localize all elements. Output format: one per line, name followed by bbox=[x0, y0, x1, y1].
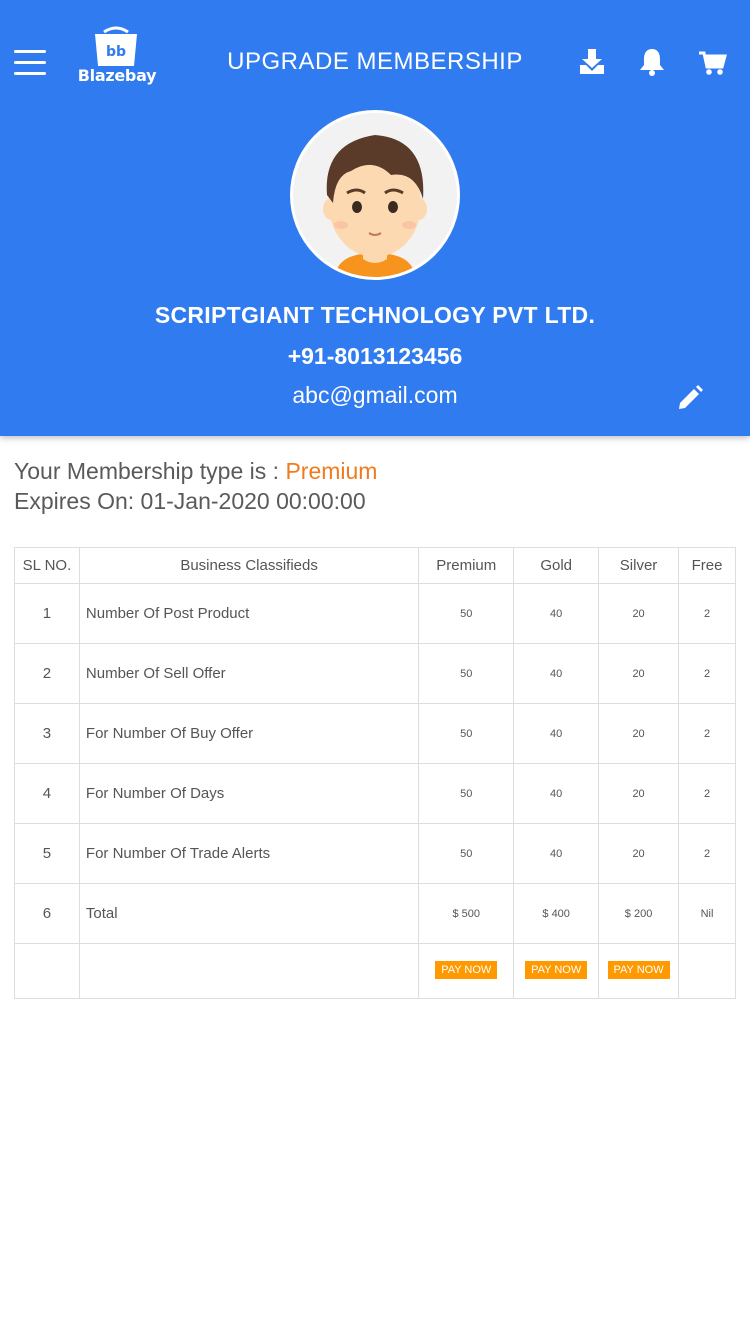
premium-pay-cell: PAY NOW bbox=[418, 943, 515, 999]
premium-cell: 50 bbox=[418, 703, 515, 764]
sl-cell: 2 bbox=[14, 643, 80, 704]
avatar-illustration bbox=[293, 113, 457, 277]
sl-cell: 5 bbox=[14, 823, 80, 884]
empty-cell bbox=[78, 943, 420, 999]
silver-pay-cell: PAY NOW bbox=[598, 943, 680, 999]
shopping-bag-icon: bb bbox=[95, 26, 137, 66]
column-header: Business Classifieds bbox=[78, 547, 420, 584]
premium-cell: $ 500 bbox=[418, 883, 515, 944]
premium-cell: 50 bbox=[418, 823, 515, 884]
free-cell: Nil bbox=[678, 883, 736, 944]
profile-header: bb Blazebay UPGRADE MEMBERSHIP SCRIPTGIA… bbox=[0, 0, 750, 436]
pay-now-gold-button[interactable]: PAY NOW bbox=[525, 961, 588, 979]
menu-icon[interactable] bbox=[14, 50, 46, 76]
avatar[interactable] bbox=[290, 110, 460, 280]
gold-cell: 40 bbox=[513, 703, 600, 764]
free-cell: 2 bbox=[678, 583, 736, 644]
column-header: Silver bbox=[598, 547, 680, 584]
silver-cell: 20 bbox=[598, 583, 680, 644]
silver-cell: 20 bbox=[598, 823, 680, 884]
free-cell: 2 bbox=[678, 643, 736, 704]
table-row: 2 Number Of Sell Offer 50 40 20 2 bbox=[14, 643, 736, 704]
premium-cell: 50 bbox=[418, 643, 515, 704]
gold-pay-cell: PAY NOW bbox=[513, 943, 600, 999]
membership-type: Your Membership type is : Premium bbox=[14, 458, 377, 485]
table-row: 5 For Number Of Trade Alerts 50 40 20 2 bbox=[14, 823, 736, 884]
free-cell: 2 bbox=[678, 823, 736, 884]
svg-text:bb: bb bbox=[106, 44, 126, 60]
premium-cell: 50 bbox=[418, 583, 515, 644]
membership-type-label: Your Membership type is : bbox=[14, 458, 286, 484]
premium-cell: 50 bbox=[418, 763, 515, 824]
sl-cell: 3 bbox=[14, 703, 80, 764]
silver-cell: $ 200 bbox=[598, 883, 680, 944]
sl-cell: 4 bbox=[14, 763, 80, 824]
membership-expiry: Expires On: 01-Jan-2020 00:00:00 bbox=[14, 488, 366, 514]
column-header: Free bbox=[678, 547, 736, 584]
company-name: SCRIPTGIANT TECHNOLOGY PVT LTD. bbox=[154, 302, 596, 328]
sl-cell: 1 bbox=[14, 583, 80, 644]
gold-cell: 40 bbox=[513, 583, 600, 644]
gold-cell: $ 400 bbox=[513, 883, 600, 944]
pay-now-silver-button[interactable]: PAY NOW bbox=[607, 961, 670, 979]
cart-icon[interactable] bbox=[697, 46, 727, 78]
column-header: Gold bbox=[513, 547, 600, 584]
desc-cell: Total bbox=[78, 883, 420, 944]
pay-row: PAY NOW PAY NOW PAY NOW bbox=[14, 943, 736, 999]
empty-cell bbox=[678, 943, 736, 999]
table-row: 3 For Number Of Buy Offer 50 40 20 2 bbox=[14, 703, 736, 764]
logo-text: Blazebay bbox=[77, 66, 157, 85]
table-row: 4 For Number Of Days 50 40 20 2 bbox=[14, 763, 736, 824]
membership-plan: Premium bbox=[285, 458, 378, 484]
membership-plans-table: SL NO. Business Classifieds Premium Gold… bbox=[14, 547, 736, 999]
blazebay-logo[interactable]: bb Blazebay bbox=[76, 26, 158, 88]
desc-cell: For Number Of Buy Offer bbox=[78, 703, 420, 764]
desc-cell: Number Of Post Product bbox=[78, 583, 420, 644]
gold-cell: 40 bbox=[513, 763, 600, 824]
desc-cell: For Number Of Trade Alerts bbox=[78, 823, 420, 884]
silver-cell: 20 bbox=[598, 703, 680, 764]
empty-cell bbox=[14, 943, 80, 999]
table-row: 6 Total $ 500 $ 400 $ 200 Nil bbox=[14, 883, 736, 944]
column-header: SL NO. bbox=[14, 547, 80, 584]
bell-icon[interactable] bbox=[637, 46, 667, 78]
silver-cell: 20 bbox=[598, 763, 680, 824]
pay-now-premium-button[interactable]: PAY NOW bbox=[435, 961, 498, 979]
phone-number: +91-8013123456 bbox=[287, 343, 463, 369]
download-icon[interactable] bbox=[577, 46, 607, 78]
silver-cell: 20 bbox=[598, 643, 680, 704]
email-address: abc@gmail.com bbox=[292, 382, 458, 408]
column-header: Premium bbox=[418, 547, 515, 584]
table-row: 1 Number Of Post Product 50 40 20 2 bbox=[14, 583, 736, 644]
free-cell: 2 bbox=[678, 703, 736, 764]
free-cell: 2 bbox=[678, 763, 736, 824]
gold-cell: 40 bbox=[513, 823, 600, 884]
desc-cell: For Number Of Days bbox=[78, 763, 420, 824]
desc-cell: Number Of Sell Offer bbox=[78, 643, 420, 704]
table-header-row: SL NO. Business Classifieds Premium Gold… bbox=[14, 547, 736, 584]
edit-profile-icon[interactable] bbox=[675, 383, 705, 413]
gold-cell: 40 bbox=[513, 643, 600, 704]
sl-cell: 6 bbox=[14, 883, 80, 944]
